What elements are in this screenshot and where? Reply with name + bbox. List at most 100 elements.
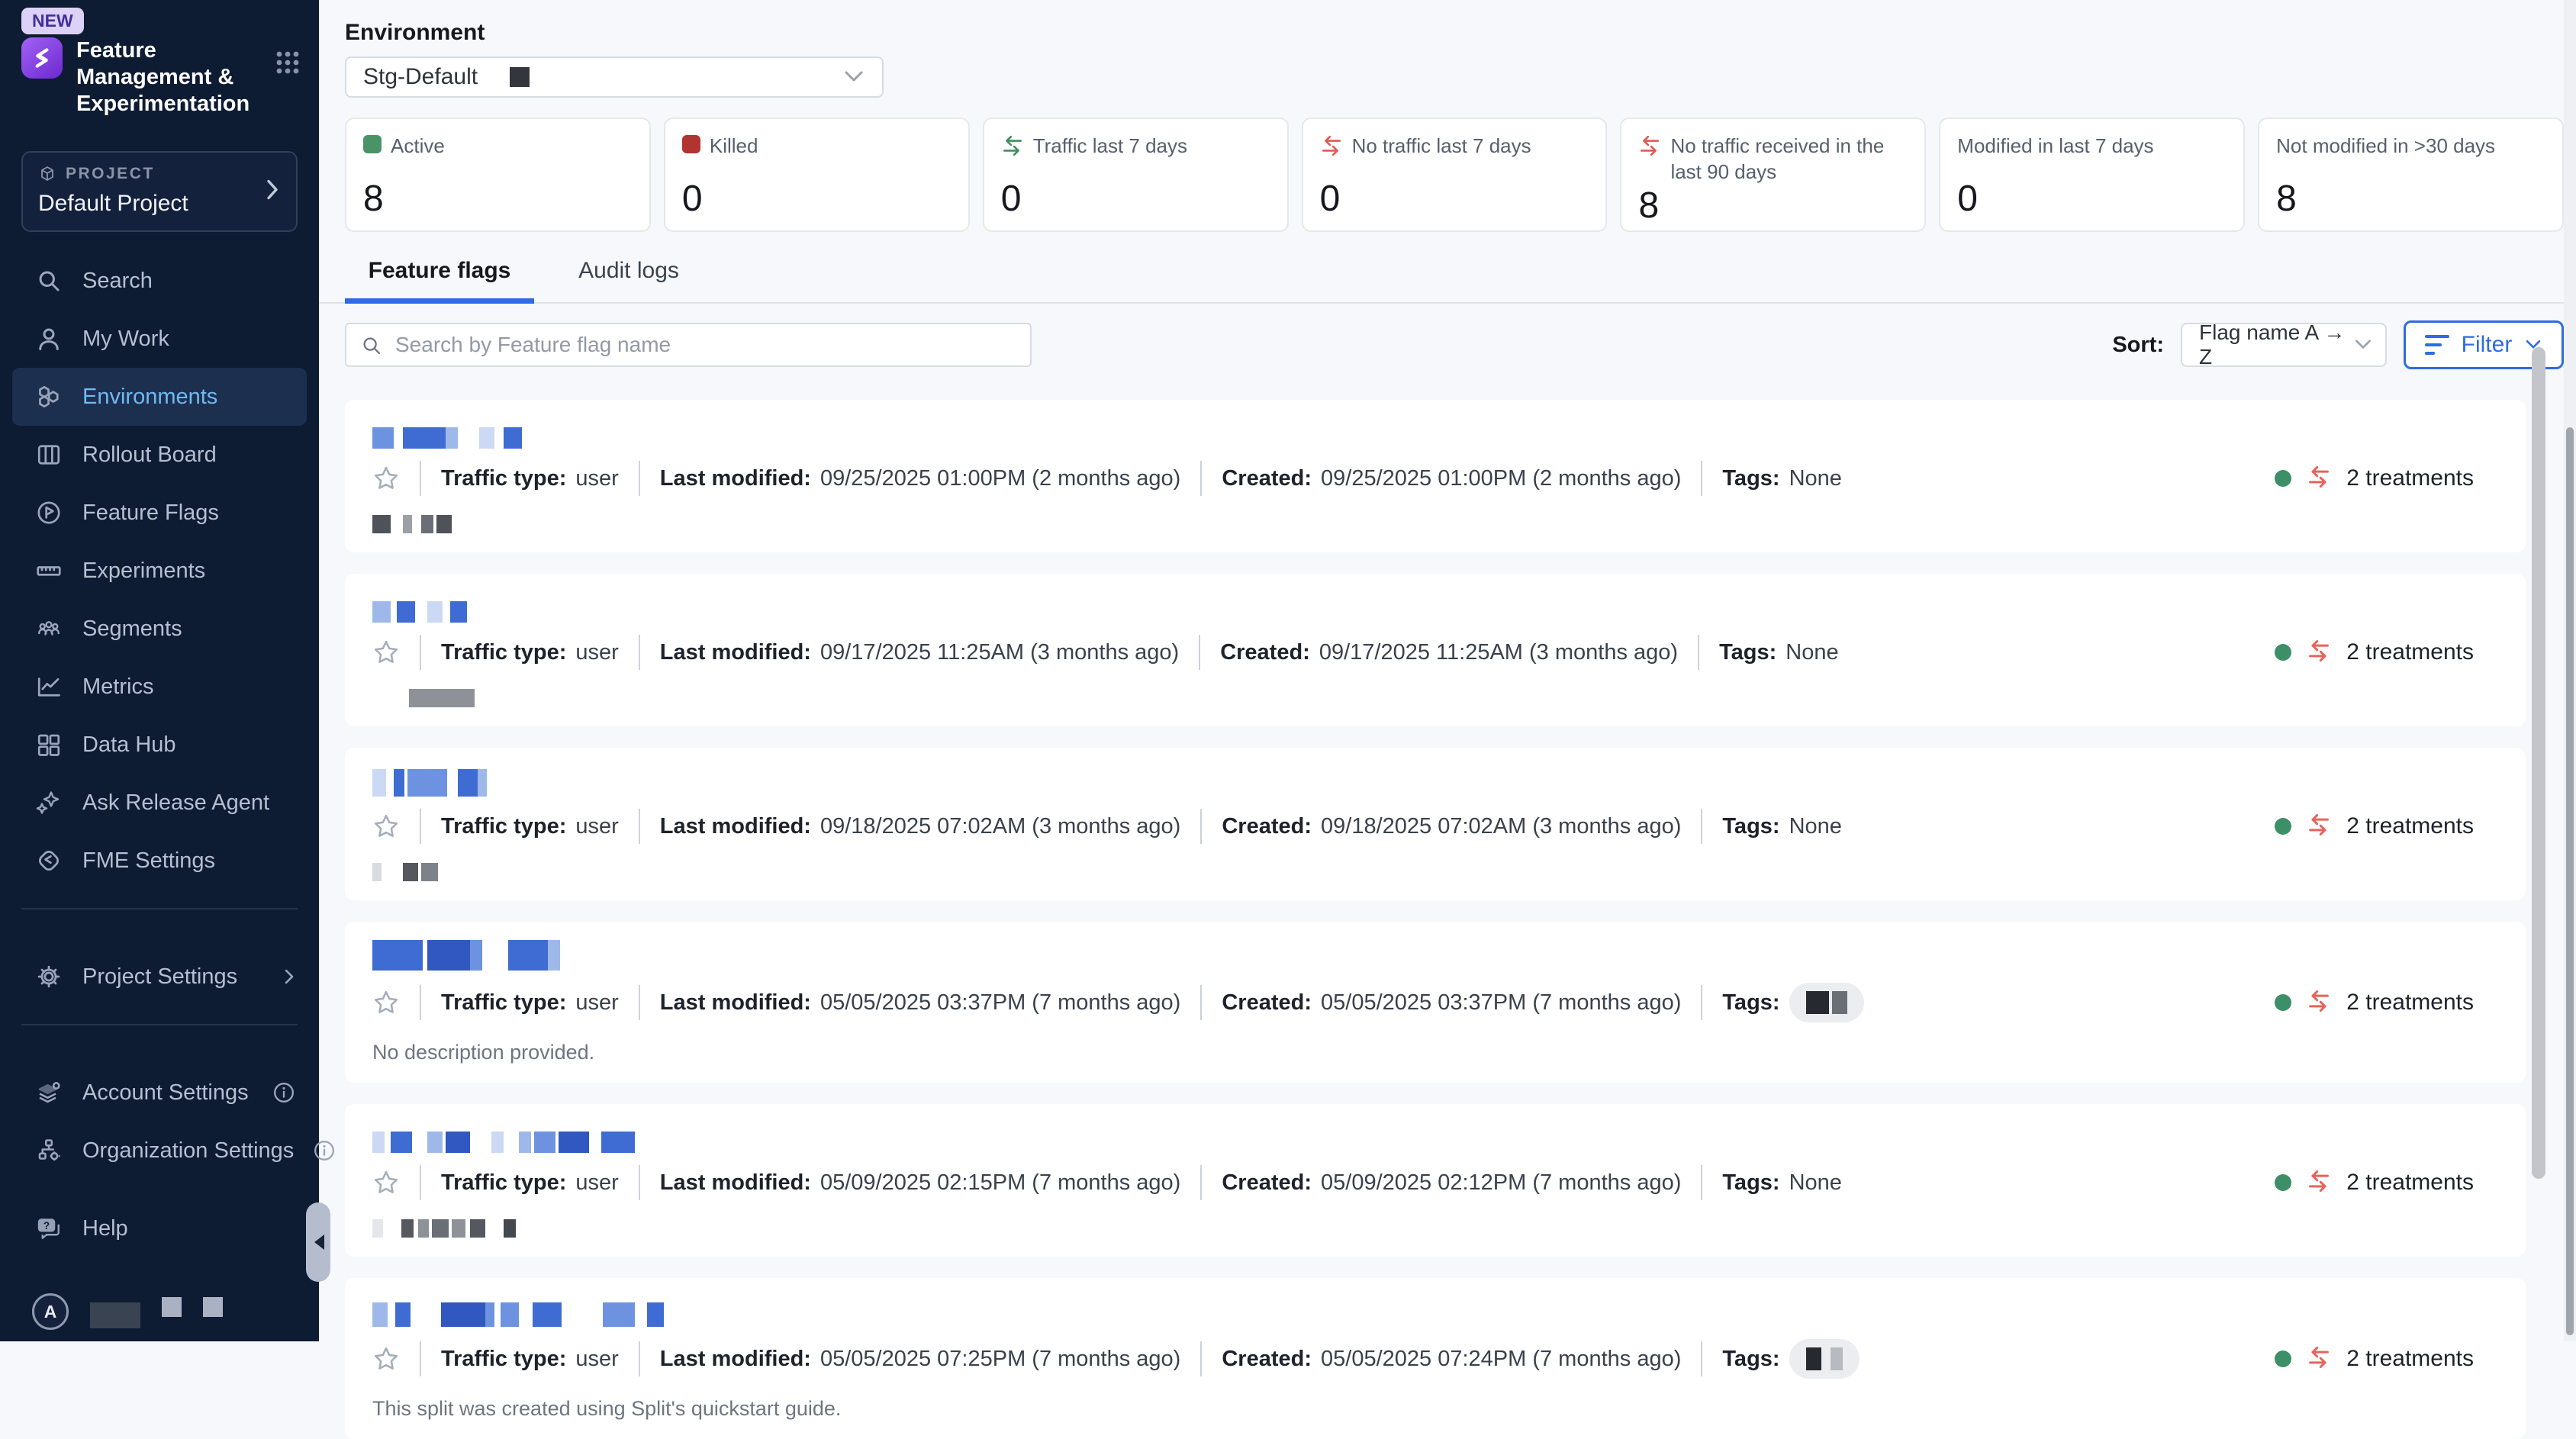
feature-flag-row[interactable]: Traffic type: user Last modified: 09/25/… [345, 400, 2526, 552]
created-value: 09/25/2025 01:00PM (2 months ago) [1321, 466, 1681, 491]
flag-name-redacted[interactable] [372, 938, 2498, 971]
sidebar-item-ask-release-agent[interactable]: Ask Release Agent [12, 774, 307, 832]
flag-name-redacted[interactable] [372, 1295, 2498, 1327]
favorite-star-icon[interactable] [372, 989, 400, 1016]
redaction-block [372, 1219, 383, 1238]
sidebar-item-project-settings[interactable]: Project Settings [12, 948, 307, 1006]
sidebar-item-help[interactable]: ? Help [12, 1199, 307, 1257]
traffic-type-value: user [575, 990, 618, 1016]
sidebar-item-fme-settings[interactable]: FME Settings [12, 832, 307, 890]
redaction-block [436, 515, 452, 533]
redaction-block [533, 1302, 562, 1327]
stat-value: 0 [1001, 178, 1270, 220]
traffic-type-label: Traffic type: [441, 640, 566, 665]
filter-icon [2425, 335, 2449, 355]
redaction-block [494, 427, 504, 449]
redaction-block [432, 1219, 449, 1238]
sidebar-nav: Search My Work Environments Rollout Boar… [0, 252, 319, 890]
redaction-block [394, 427, 403, 449]
redaction-block [452, 1219, 465, 1238]
redaction-block [559, 1132, 589, 1153]
sidebar-item-account-settings[interactable]: Account Settings [12, 1064, 307, 1122]
user-account-row[interactable]: A [32, 1293, 319, 1331]
environment-select[interactable]: Stg-Default [345, 56, 884, 98]
last-modified-label: Last modified: [660, 990, 811, 1016]
favorite-star-icon[interactable] [372, 1169, 400, 1196]
stat-card: No traffic received in the last 90 days … [1620, 118, 1926, 232]
info-icon[interactable] [273, 1082, 295, 1103]
feature-flag-row[interactable]: Traffic type: user Last modified: 05/09/… [345, 1104, 2526, 1257]
sidebar-item-label: Project Settings [82, 964, 237, 990]
sidebar-item-feature-flags[interactable]: Feature Flags [12, 484, 307, 542]
flag-name-redacted[interactable] [372, 1121, 2498, 1153]
redaction-block [427, 940, 470, 971]
tags-value: None [1789, 814, 1842, 839]
favorite-star-icon[interactable] [372, 639, 400, 666]
traffic-type-value: user [575, 640, 618, 665]
redaction-block [508, 940, 548, 971]
hexagons-icon [35, 383, 63, 410]
chevron-right-icon [284, 967, 295, 986]
status-dot-icon [2275, 994, 2291, 1011]
list-toolbar: Sort: Flag name A → Z Filter [345, 320, 2564, 369]
sidebar-item-environments[interactable]: Environments [12, 368, 307, 426]
stat-value: 0 [682, 178, 952, 220]
project-label: PROJECT [66, 165, 155, 183]
created-label: Created: [1222, 1347, 1312, 1372]
flag-name-redacted[interactable] [372, 765, 2498, 797]
avatar[interactable]: A [32, 1293, 69, 1330]
project-selector[interactable]: PROJECT Default Project [21, 151, 298, 232]
last-modified-label: Last modified: [660, 814, 811, 839]
sidebar-item-rollout-board[interactable]: Rollout Board [12, 426, 307, 484]
tab-audit-logs[interactable]: Audit logs [534, 258, 723, 302]
redaction-block [470, 940, 482, 971]
sidebar-item-data-hub[interactable]: Data Hub [12, 716, 307, 774]
search-input[interactable] [345, 323, 1032, 367]
redaction-block [1831, 1347, 1843, 1370]
sidebar-item-segments[interactable]: Segments [12, 600, 307, 658]
created-label: Created: [1222, 466, 1312, 491]
feature-flag-row[interactable]: Traffic type: user Last modified: 09/17/… [345, 574, 2526, 726]
redaction-block [421, 863, 438, 881]
favorite-star-icon[interactable] [372, 813, 400, 840]
traffic-type-label: Traffic type: [441, 1170, 566, 1196]
sidebar-item-experiments[interactable]: Experiments [12, 542, 307, 600]
sidebar-item-my-work[interactable]: My Work [12, 310, 307, 368]
apps-grid-icon[interactable] [275, 50, 301, 118]
sort-select[interactable]: Flag name A → Z [2181, 323, 2387, 367]
redaction-block [562, 1302, 603, 1327]
favorite-star-icon[interactable] [372, 465, 400, 492]
sidebar-item-search[interactable]: Search [12, 252, 307, 310]
meta-separator [639, 985, 640, 1020]
redaction-block [485, 1219, 504, 1238]
environment-label: Environment [345, 20, 2564, 46]
sidebar-item-organization-settings[interactable]: Organization Settings [12, 1122, 307, 1180]
stat-card: No traffic last 7 days 0 [1302, 118, 1608, 232]
list-scrollbar-thumb[interactable] [2532, 347, 2545, 1179]
redacted-username [90, 1302, 140, 1328]
redaction-block [372, 1132, 385, 1153]
redaction-block [395, 1302, 411, 1327]
feature-flag-row[interactable]: Traffic type: user Last modified: 09/18/… [345, 748, 2526, 900]
page-scrollbar[interactable] [2564, 0, 2576, 1341]
tab-feature-flags[interactable]: Feature flags [345, 258, 534, 302]
sidebar-collapse-handle[interactable] [306, 1202, 330, 1282]
redaction-block [485, 1302, 494, 1327]
flag-name-redacted[interactable] [372, 591, 2498, 623]
sidebar-item-metrics[interactable]: Metrics [12, 658, 307, 716]
flag-name-redacted[interactable] [372, 417, 2498, 449]
redaction-block [589, 1132, 601, 1153]
favorite-star-icon[interactable] [372, 1345, 400, 1373]
created-label: Created: [1222, 990, 1312, 1016]
page-scrollbar-thumb[interactable] [2566, 427, 2574, 1335]
last-modified-label: Last modified: [660, 640, 811, 665]
treatments-count: 2 treatments [2346, 990, 2474, 1016]
svg-text:?: ? [43, 1220, 50, 1231]
feature-flag-row[interactable]: Traffic type: user Last modified: 05/05/… [345, 922, 2526, 1083]
feature-flag-row[interactable]: Traffic type: user Last modified: 05/05/… [345, 1278, 2526, 1439]
info-icon[interactable] [314, 1140, 335, 1161]
redaction-block [534, 1132, 555, 1153]
treatments-arrows-icon [2307, 465, 2331, 492]
treatments-count: 2 treatments [2346, 1346, 2474, 1372]
meta-separator [639, 1165, 640, 1200]
